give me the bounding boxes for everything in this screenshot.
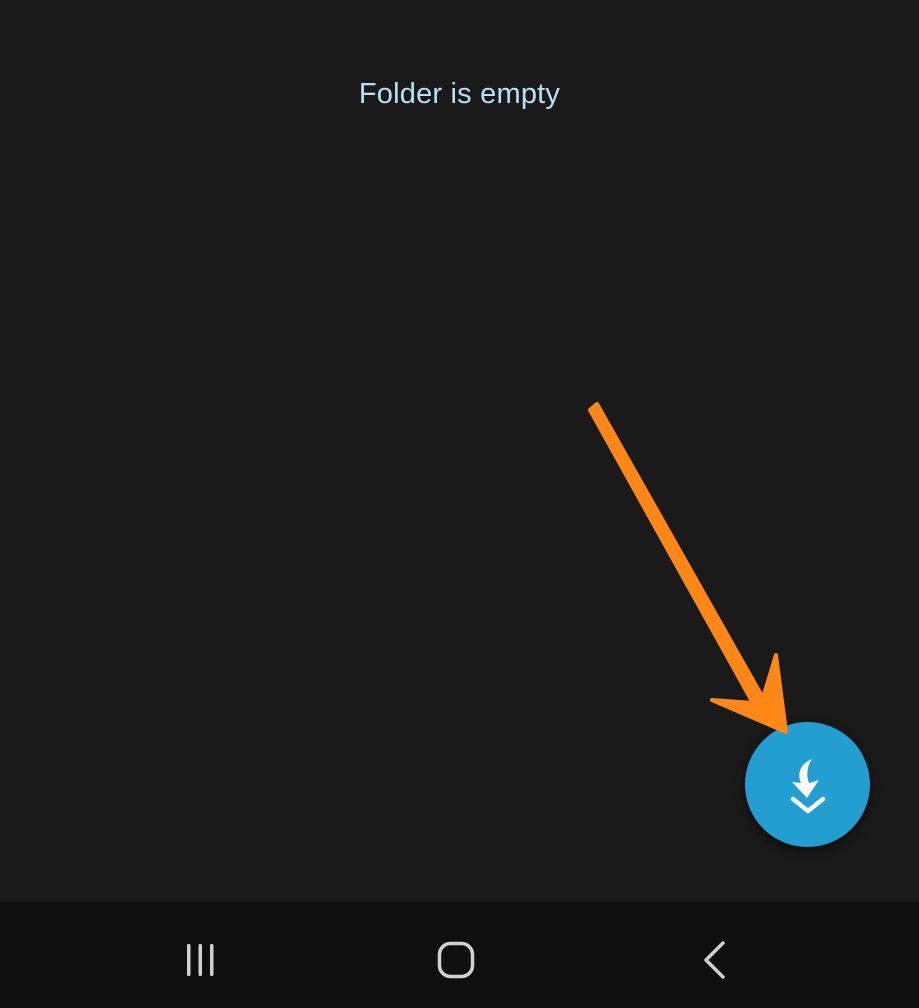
- download-arrow-icon: [790, 758, 825, 813]
- folder-content-area: Folder is empty: [0, 0, 919, 902]
- back-icon: [704, 941, 725, 979]
- navigation-bar: [0, 902, 919, 1008]
- home-button[interactable]: [411, 920, 501, 1000]
- app-screen: Folder is empty: [0, 0, 919, 1008]
- recents-icon: [187, 944, 214, 976]
- folder-empty-message: Folder is empty: [358, 78, 561, 110]
- home-icon: [437, 941, 475, 979]
- download-fab-button[interactable]: [745, 722, 870, 847]
- recents-button[interactable]: [155, 920, 245, 1000]
- back-button[interactable]: [669, 920, 759, 1000]
